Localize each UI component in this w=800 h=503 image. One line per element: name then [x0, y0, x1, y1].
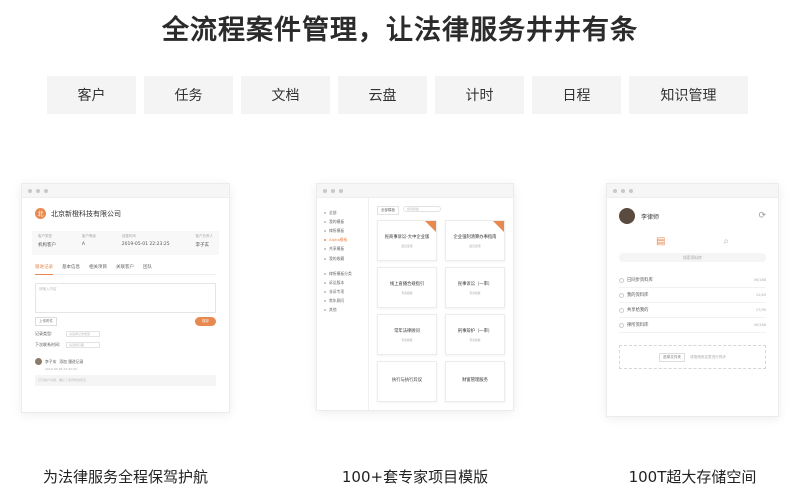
template-card[interactable]: 执行与执行异议 — [377, 361, 437, 402]
nav-item[interactable]: 非诉专项 — [317, 288, 368, 297]
tab-knowledge[interactable]: 知识管理 — [629, 76, 748, 114]
company-name: 北京新橙科技有限公司 — [51, 209, 121, 218]
template-card[interactable]: 企业强制清算办事指南 最近使用 — [445, 220, 505, 261]
client-window: 北 北京新橙科技有限公司 客户类型机构客户 客户等级 A 创建时间 2019-05-… — [21, 183, 230, 413]
folder-icon — [619, 292, 624, 298]
library-item[interactable]: 共享给我的 17/35 — [619, 303, 766, 318]
info-label: 客户类型 — [38, 234, 52, 238]
tab-task[interactable]: 任务 — [144, 76, 233, 114]
caption-client: 为法律服务全程保驾护航 — [42, 468, 208, 486]
template-cards: 民商事诉讼-大中企业版 最近使用 企业强制清算办事指南 最近使用 线上直播合规指引专… — [377, 220, 505, 402]
info-label: 客户负责人 — [195, 234, 213, 238]
nav-item[interactable]: 律所模板 — [317, 226, 368, 235]
company-logo-icon: 北 — [35, 208, 46, 219]
template-card[interactable]: 民事诉讼（一审） 专家模板 — [445, 267, 505, 308]
nav-item[interactable]: 共享模板 — [317, 245, 368, 254]
drop-hint: 或拖拽到这里进行同步 — [690, 354, 726, 359]
template-main: 全部模板 搜索模板 民商事诉讼-大中企业版 最近使用 企业强制清算办事指南 最近使用… — [369, 198, 513, 410]
caption-storage: 100T超大存储空间 — [628, 468, 757, 486]
info-value: 2019-05-01 22:23:25 — [121, 242, 170, 247]
next-contact-date[interactable]: 请选择日期 — [66, 342, 100, 348]
template-card[interactable]: 线上直播合规指引 专家模板 — [377, 267, 437, 308]
library-item[interactable]: 我的资料库 12/40 — [619, 288, 766, 303]
window-titlebar — [317, 184, 513, 198]
subtab-projects[interactable]: 相关项目 — [89, 264, 107, 270]
profile-header: 李律师 ⟳ — [607, 198, 778, 224]
folder-icon — [619, 322, 624, 328]
info-label: 创建时间 — [121, 234, 136, 238]
avatar — [35, 358, 42, 365]
nav-item-active[interactable]: Alpha模板 — [317, 236, 368, 245]
folder-icon — [619, 307, 624, 313]
nav-item[interactable]: 律所模板分类 — [317, 269, 368, 278]
info-value: A — [81, 242, 85, 247]
template-card[interactable]: 常年法律顾问 专家模板 — [377, 314, 437, 355]
note-input[interactable]: 请输入内容 — [35, 283, 216, 313]
window-titlebar — [607, 184, 778, 198]
save-button[interactable]: 保存 — [195, 317, 216, 326]
tab-timer[interactable]: 计时 — [435, 76, 524, 114]
log-action: 添加 跟进记录 — [59, 358, 84, 364]
hot-ribbon — [493, 221, 504, 232]
template-search-input[interactable]: 搜索模板 — [403, 206, 441, 212]
nav-item[interactable]: 常年顾问 — [317, 297, 368, 306]
info-value: 李子玄 — [195, 243, 209, 248]
subtab-related[interactable]: 关联客户 — [116, 264, 134, 270]
subtab-basic[interactable]: 基本信息 — [62, 264, 80, 270]
form-label: 下次联系时间: — [35, 342, 61, 347]
tab-client[interactable]: 客户 — [47, 76, 136, 114]
template-card[interactable]: 民商事诉讼-大中企业版 最近使用 — [377, 220, 437, 261]
nav-item[interactable]: 全部 — [317, 208, 368, 217]
tab-cloud[interactable]: 云盘 — [338, 76, 427, 114]
upload-dropzone[interactable]: 选择文件夹 或拖拽到这里进行同步 — [619, 345, 766, 369]
template-card[interactable]: 刑事辩护（一审） 专家模板 — [445, 314, 505, 355]
user-name: 李律师 — [641, 213, 660, 221]
library-list: 已同步资料库 56/168 我的资料库 12/40 共享给我的 17/35 律所资料库… — [619, 273, 766, 333]
page-headline: 全流程案件管理，让法律服务井井有条 — [162, 15, 638, 46]
upload-attachment-button[interactable]: 上传附件 — [35, 317, 57, 326]
library-icon[interactable]: ▤ — [656, 236, 665, 247]
form-label: 记录类型: — [35, 331, 53, 336]
nav-item[interactable]: 诉讼版本 — [317, 278, 368, 287]
library-item[interactable]: 律所资料库 40/166 — [619, 318, 766, 333]
avatar — [619, 208, 635, 224]
search-icon[interactable]: ⌕ — [723, 236, 729, 247]
storage-window: 李律师 ⟳ ▤ ⌕ 搜索资料库 已同步资料库 56/168 我的资料库 12/40 … — [606, 183, 779, 417]
choose-folder-button[interactable]: 选择文件夹 — [659, 352, 686, 362]
template-sidenav: 全部 我的模板 律所模板 Alpha模板 共享模板 我的收藏 律所模板分类 诉讼… — [317, 198, 369, 410]
info-value: 机构客户 — [38, 243, 56, 248]
template-card[interactable]: 财富管理服务 — [445, 361, 505, 402]
caption-templates: 100+套专家项目模版 — [341, 468, 489, 486]
log-date: 2019-05-28 23:32:50 — [45, 367, 77, 371]
tab-document[interactable]: 文档 — [241, 76, 330, 114]
folder-icon — [619, 277, 624, 283]
record-type-select[interactable]: 请选择记录类型 — [66, 331, 100, 337]
template-window: 全部 我的模板 律所模板 Alpha模板 共享模板 我的收藏 律所模板分类 诉讼… — [316, 183, 514, 411]
subtab-followup[interactable]: 跟进记录 — [35, 264, 53, 275]
hot-ribbon — [425, 221, 436, 232]
tab-schedule[interactable]: 日程 — [532, 76, 621, 114]
window-titlebar — [22, 184, 229, 198]
library-item[interactable]: 已同步资料库 56/168 — [619, 273, 766, 288]
nav-item[interactable]: 其他 — [317, 306, 368, 315]
client-subtabs: 跟进记录 基本信息 相关项目 关联客户 团队 — [35, 264, 216, 275]
refresh-icon[interactable]: ⟳ — [758, 211, 766, 221]
feature-tabs: 客户 任务 文档 云盘 计时 日程 知识管理 — [47, 76, 748, 114]
log-author: 李子玄 — [45, 358, 57, 364]
log-content: 已与客户沟通，确认了合同修改意见 — [35, 375, 216, 386]
subtab-team[interactable]: 团队 — [143, 264, 152, 270]
nav-item[interactable]: 我的收藏 — [317, 254, 368, 263]
storage-view-toggle: ▤ ⌕ — [627, 236, 758, 247]
template-filter-select[interactable]: 全部模板 — [377, 206, 399, 215]
company-header: 北 北京新橙科技有限公司 — [22, 198, 229, 225]
client-info-grid: 客户类型机构客户 客户等级 A 创建时间 2019-05-01 22:23:25 客… — [32, 231, 219, 255]
info-label: 客户等级 — [81, 234, 96, 238]
nav-item[interactable]: 我的模板 — [317, 217, 368, 226]
library-search-input[interactable]: 搜索资料库 — [619, 253, 766, 262]
